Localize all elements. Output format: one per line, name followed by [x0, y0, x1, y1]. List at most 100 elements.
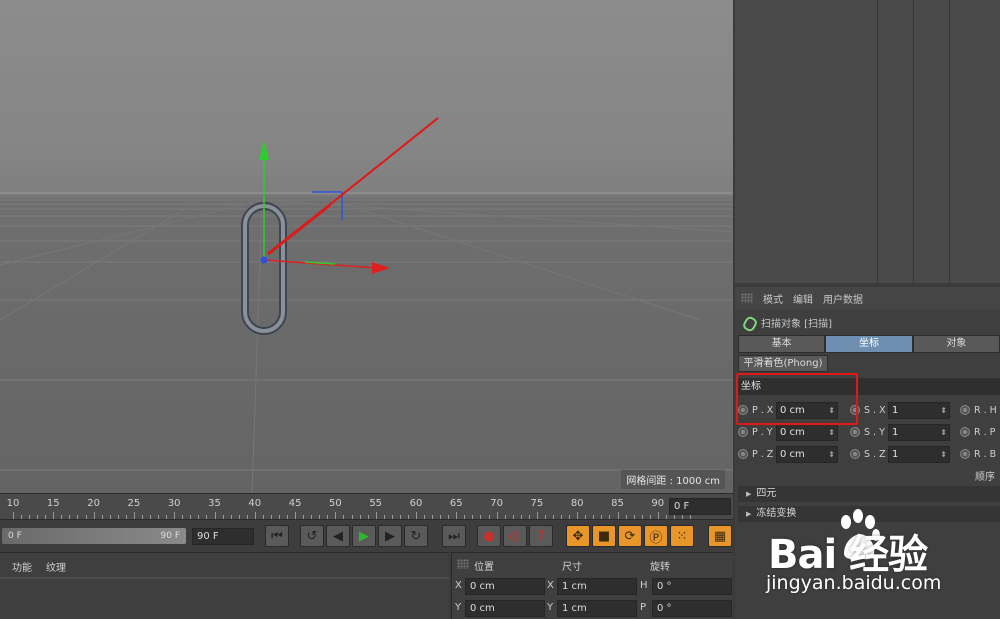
radio-py[interactable] [738, 427, 748, 437]
radio-sz[interactable] [850, 449, 860, 459]
axis-label: X [547, 580, 554, 591]
radio-rp[interactable] [960, 427, 970, 437]
radio-sx[interactable] [850, 405, 860, 415]
end-frame-field[interactable]: 90 F [192, 528, 254, 545]
ruler-tick [133, 512, 135, 519]
radio-rh[interactable] [960, 405, 970, 415]
header-rotation: 旋转 [650, 562, 670, 573]
viewport-scene [0, 117, 733, 493]
ruler-tick [295, 512, 297, 519]
current-frame-field[interactable]: 0 F [669, 498, 731, 515]
ruler-tick [456, 512, 458, 519]
coord-row-y: P . Y0 cm S . Y1 R . P [738, 422, 1000, 442]
ruler-tick [577, 512, 579, 519]
rotation-key-button[interactable]: ⟳ [618, 525, 642, 547]
ruler-tick [254, 512, 256, 519]
keyframe-selection-button[interactable]: ? [529, 525, 553, 547]
radio-pz[interactable] [738, 449, 748, 459]
ruler-label: 90 [651, 498, 665, 509]
label-py: P . Y [752, 426, 773, 438]
next-key-button[interactable]: ↻ [404, 525, 428, 547]
prev-key-button[interactable]: ↺ [300, 525, 324, 547]
attribute-tabs: 基本 坐标 对象 [735, 335, 1000, 353]
tab-basic[interactable]: 基本 [738, 335, 826, 353]
radio-rb[interactable] [960, 449, 970, 459]
radio-sy[interactable] [850, 427, 860, 437]
coordinate-headers: 位置 尺寸 旋转 [452, 553, 734, 575]
range-start: 0 F [8, 531, 22, 541]
tab-phong[interactable]: 平滑着色(Phong) [738, 355, 828, 372]
ruler-label: 45 [288, 498, 302, 509]
coord-manager-row-2: Y 0 cm Y 1 cm P 0 ° [452, 599, 734, 619]
menu-function[interactable]: 功能 [12, 559, 32, 574]
prev-frame-icon: ◀ [333, 528, 343, 544]
auto-key-icon: ◎ [509, 528, 521, 544]
label-sz: S . Z [864, 448, 886, 460]
parameter-key-button[interactable]: Ⓟ [644, 525, 668, 547]
ruler-tick [13, 512, 14, 519]
grid-spacing-label: 网格间距 : 1000 cm [621, 470, 725, 489]
field-pz[interactable]: 0 cm [776, 445, 838, 463]
ruler-label: 50 [329, 498, 342, 509]
field-px[interactable]: 0 cm [776, 401, 838, 419]
axis-label: P [640, 602, 647, 613]
ruler-tick [335, 512, 337, 519]
position-x-field[interactable]: 0 cm [465, 578, 545, 595]
object-manager-panel[interactable] [735, 0, 1000, 283]
frame-range-slider[interactable]: 0 F 90 F [2, 528, 186, 544]
prev-frame-button[interactable]: ◀ [326, 525, 350, 547]
grip-icon[interactable] [741, 293, 753, 303]
ruler-label: 15 [46, 498, 60, 509]
field-sx[interactable]: 1 [888, 401, 950, 419]
ruler-tick [174, 512, 176, 519]
field-sz[interactable]: 1 [888, 445, 950, 463]
rotation-p-field[interactable]: 0 ° [652, 600, 732, 617]
goto-start-button[interactable]: ⏮ [265, 525, 289, 547]
material-manager: 功能 纹理 [0, 552, 449, 619]
ruler-label: 10 [6, 498, 20, 509]
rotation-h-field[interactable]: 0 ° [652, 578, 732, 595]
point-level-key-button[interactable]: ⁙ [670, 525, 694, 547]
scale-icon: ■ [597, 528, 611, 544]
position-y-field[interactable]: 0 cm [465, 600, 545, 617]
object-title-text: 扫描对象 [扫描] [761, 318, 832, 330]
axis-label: Y [455, 602, 462, 613]
size-y-field[interactable]: 1 cm [557, 600, 637, 617]
coord-row-x: P . X0 cm S . X1 R . H [738, 400, 1000, 420]
ruler-label: 40 [248, 498, 262, 509]
ruler-label: 75 [530, 498, 544, 509]
goto-end-button[interactable]: ⏭ [442, 525, 466, 547]
next-frame-button[interactable]: ▶ [378, 525, 402, 547]
play-button[interactable]: ▶ [352, 525, 376, 547]
expand-arrow-icon: ▶ [746, 510, 752, 518]
size-x-field[interactable]: 1 cm [557, 578, 637, 595]
radio-px[interactable] [738, 405, 748, 415]
menu-edit[interactable]: 编辑 [793, 291, 813, 306]
record-key-button[interactable]: ● [477, 525, 501, 547]
coordinate-manager: 位置 尺寸 旋转 X 0 cm X 1 cm H 0 ° Y 0 cm Y 1 … [451, 552, 733, 619]
field-sy[interactable]: 1 [888, 423, 950, 441]
position-key-button[interactable]: ✥ [566, 525, 590, 547]
tab-object[interactable]: 对象 [912, 335, 1000, 353]
label-rh: R . H [974, 404, 997, 416]
auto-key-button[interactable]: ◎ [503, 525, 527, 547]
section-quaternion[interactable]: ▶ 四元 [738, 486, 1000, 502]
goto-end-icon: ⏭ [448, 528, 460, 544]
film-icon: ▦ [713, 528, 727, 544]
menu-mode[interactable]: 模式 [763, 291, 783, 306]
parameter-icon: Ⓟ [649, 530, 663, 546]
grip-icon[interactable] [457, 559, 469, 569]
ruler-label: 35 [208, 498, 221, 509]
field-py[interactable]: 0 cm [776, 423, 838, 441]
film-button[interactable]: ▦ [708, 525, 732, 547]
watermark-url: jingyan.baidu.com [766, 572, 942, 594]
3d-viewport[interactable]: 网格间距 : 1000 cm [0, 0, 733, 493]
timeline-ruler[interactable]: 10 15 20 25 30 35 40 45 50 55 60 65 70 75 80 85 90 0 F [0, 493, 733, 519]
material-menu-bar: 功能 纹理 [0, 553, 449, 580]
tab-coordinates[interactable]: 坐标 [825, 335, 913, 353]
ruler-label: 30 [167, 498, 181, 509]
menu-texture[interactable]: 纹理 [46, 559, 66, 574]
menu-user-data[interactable]: 用户数据 [823, 291, 863, 306]
ruler-tick [93, 512, 95, 519]
scale-key-button[interactable]: ■ [592, 525, 616, 547]
